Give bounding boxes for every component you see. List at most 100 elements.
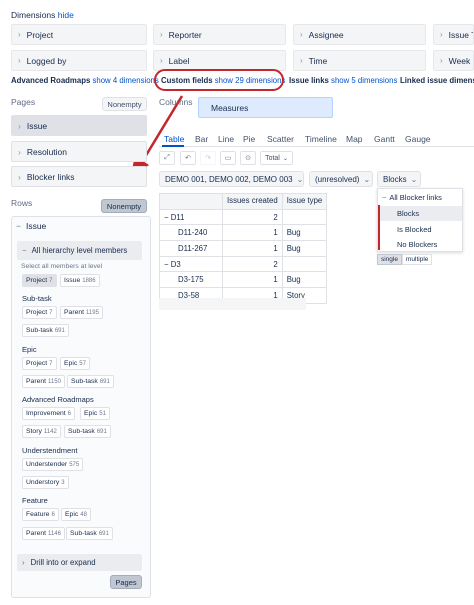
row-header[interactable]: − D11 <box>159 208 223 226</box>
level-chip[interactable]: Epic 57 <box>60 357 90 370</box>
dimension-issue-type[interactable]: › Issue T <box>433 24 474 45</box>
custom-fields-highlight <box>154 69 284 91</box>
cell-issue-type <box>281 208 328 226</box>
corner-cell <box>159 193 223 210</box>
tabs-divider <box>159 146 474 147</box>
row-header[interactable]: − D3 <box>159 255 223 273</box>
tab-line[interactable]: Line <box>218 134 234 144</box>
level-chip[interactable]: Improvement 6 <box>22 407 76 420</box>
dimension-label[interactable]: › Label <box>153 50 286 71</box>
collapse-icon: − <box>16 221 21 231</box>
dimensions-header: Dimensions hide <box>11 10 74 20</box>
selection-mode-toggle: single multiple <box>377 254 433 265</box>
page-item-resolution[interactable]: › Resolution <box>11 141 147 162</box>
level-chip[interactable]: Parent 1146 <box>22 527 65 540</box>
dimension-week-day[interactable]: ›Week D <box>433 50 474 71</box>
chevron-right-icon: › <box>18 56 21 65</box>
table-row: − D11 2 <box>159 208 328 226</box>
dimension-reporter[interactable]: › Reporter <box>153 24 286 45</box>
cell-issue-type: Bug <box>281 240 328 257</box>
group-issue-links: Issue links show 5 dimensions <box>289 76 398 85</box>
level-chip[interactable]: Sub-task 691 <box>66 527 113 540</box>
dimension-logged-by[interactable]: › Logged by <box>11 50 147 71</box>
tab-table[interactable]: Table <box>164 134 184 144</box>
level-chip[interactable]: Feature 6 <box>22 508 59 521</box>
level-chip-issue[interactable]: Issue 1886 <box>60 274 100 287</box>
tab-gantt[interactable]: Gantt <box>374 134 395 144</box>
menu-item-all-blocker-links[interactable]: − All Blocker links <box>378 190 462 205</box>
blocker-filter[interactable]: Blocks ⌄ <box>377 171 421 187</box>
dimension-time[interactable]: › Time <box>293 50 426 71</box>
tab-bar[interactable]: Bar <box>195 134 208 144</box>
group-title: Understendment <box>22 446 78 455</box>
move-to-pages-button[interactable]: Pages <box>110 575 142 589</box>
project-filter[interactable]: DEMO 001, DEMO 002, DEMO 003 ⌄ <box>159 171 304 187</box>
total-dropdown[interactable]: Total ⌄ <box>260 151 293 165</box>
measures-box[interactable]: Measures <box>198 97 333 118</box>
chevron-right-icon: › <box>160 56 163 65</box>
level-chip[interactable]: Understender 575 <box>22 458 84 471</box>
tab-map[interactable]: Map <box>346 134 363 144</box>
tab-timeline[interactable]: Timeline <box>305 134 337 144</box>
menu-item-is-blocked[interactable]: Is Blocked <box>378 222 462 237</box>
level-chip[interactable]: Sub-task 691 <box>22 324 69 337</box>
level-chip[interactable]: Sub-task 691 <box>64 425 111 438</box>
columns-label: Columns <box>159 97 193 107</box>
cell-issues-created: 1 <box>222 224 283 242</box>
column-header-issues-created[interactable]: Issues created <box>222 193 283 210</box>
menu-item-no-blockers[interactable]: No Blockers <box>378 237 462 252</box>
rows-dimension-issue[interactable]: − Issue <box>16 221 46 231</box>
redo-icon[interactable]: ↷ <box>200 151 216 165</box>
rows-nonempty-button[interactable]: Nonempty <box>101 199 147 213</box>
chevron-right-icon: › <box>18 146 21 157</box>
page-item-blocker-links[interactable]: › Blocker links <box>11 166 147 187</box>
hierarchy-toggle[interactable]: − All hierarchy level members <box>17 241 142 260</box>
row-header[interactable]: D3-175 <box>159 271 223 289</box>
chevron-right-icon: › <box>300 56 303 65</box>
table-row: D11-240 1 Bug <box>159 224 328 242</box>
collapse-icon: − <box>382 193 387 202</box>
column-header-issue-type[interactable]: Issue type <box>281 193 328 210</box>
table-footer-strip <box>159 298 306 310</box>
table-header-row: Issues created Issue type <box>159 193 328 210</box>
chevron-down-icon: ⌄ <box>282 155 288 162</box>
level-chip[interactable]: Story 1142 <box>22 425 61 438</box>
multiple-mode-button[interactable]: multiple <box>401 254 433 265</box>
row-header[interactable]: D11-267 <box>159 240 223 257</box>
level-chip[interactable]: Epic 51 <box>80 407 110 420</box>
page-item-issue[interactable]: › Issue <box>11 115 147 136</box>
resolution-filter[interactable]: (unresolved) ⌄ <box>309 171 373 187</box>
hide-dimensions-link[interactable]: hide <box>58 10 74 20</box>
comment-icon[interactable]: ▭ <box>220 151 236 165</box>
cell-issue-type: Bug <box>281 271 328 289</box>
dimension-project[interactable]: › Project <box>11 24 147 45</box>
level-chip[interactable]: Parent 1195 <box>60 306 103 319</box>
undo-icon[interactable]: ↶ <box>180 151 196 165</box>
level-chip[interactable]: Epic 48 <box>61 508 91 521</box>
single-mode-button[interactable]: single <box>377 254 402 265</box>
rows-label: Rows <box>11 198 33 208</box>
chevron-down-icon: ⌄ <box>410 174 418 184</box>
show-issue-links-link[interactable]: show 5 dimensions <box>331 76 397 85</box>
chevron-right-icon: › <box>22 558 25 567</box>
level-chip-project[interactable]: Project 7 <box>22 274 57 287</box>
level-chip[interactable]: Understory 3 <box>22 476 69 489</box>
group-title: Advanced Roadmaps <box>22 395 94 404</box>
level-chip[interactable]: Sub-task 691 <box>67 375 114 388</box>
fullscreen-icon[interactable]: ⤢ <box>159 151 175 165</box>
chevron-down-icon: ⌄ <box>363 174 371 184</box>
level-chip[interactable]: Project 7 <box>22 357 57 370</box>
chevron-down-icon: ⌄ <box>296 174 304 184</box>
dimension-assignee[interactable]: › Assignee <box>293 24 426 45</box>
level-chip[interactable]: Parent 1150 <box>22 375 65 388</box>
tab-gauge[interactable]: Gauge <box>405 134 431 144</box>
show-advanced-roadmaps-link[interactable]: show 4 dimensions <box>92 76 158 85</box>
row-header[interactable]: D11-240 <box>159 224 223 242</box>
pages-nonempty-button[interactable]: Nonempty <box>102 97 147 111</box>
tab-pie[interactable]: Pie <box>243 134 255 144</box>
menu-item-blocks[interactable]: Blocks <box>378 206 462 221</box>
drill-into-expand[interactable]: › Drill into or expand <box>17 554 142 571</box>
level-chip[interactable]: Project 7 <box>22 306 57 319</box>
link-icon[interactable]: ⊙ <box>240 151 256 165</box>
tab-scatter[interactable]: Scatter <box>267 134 294 144</box>
